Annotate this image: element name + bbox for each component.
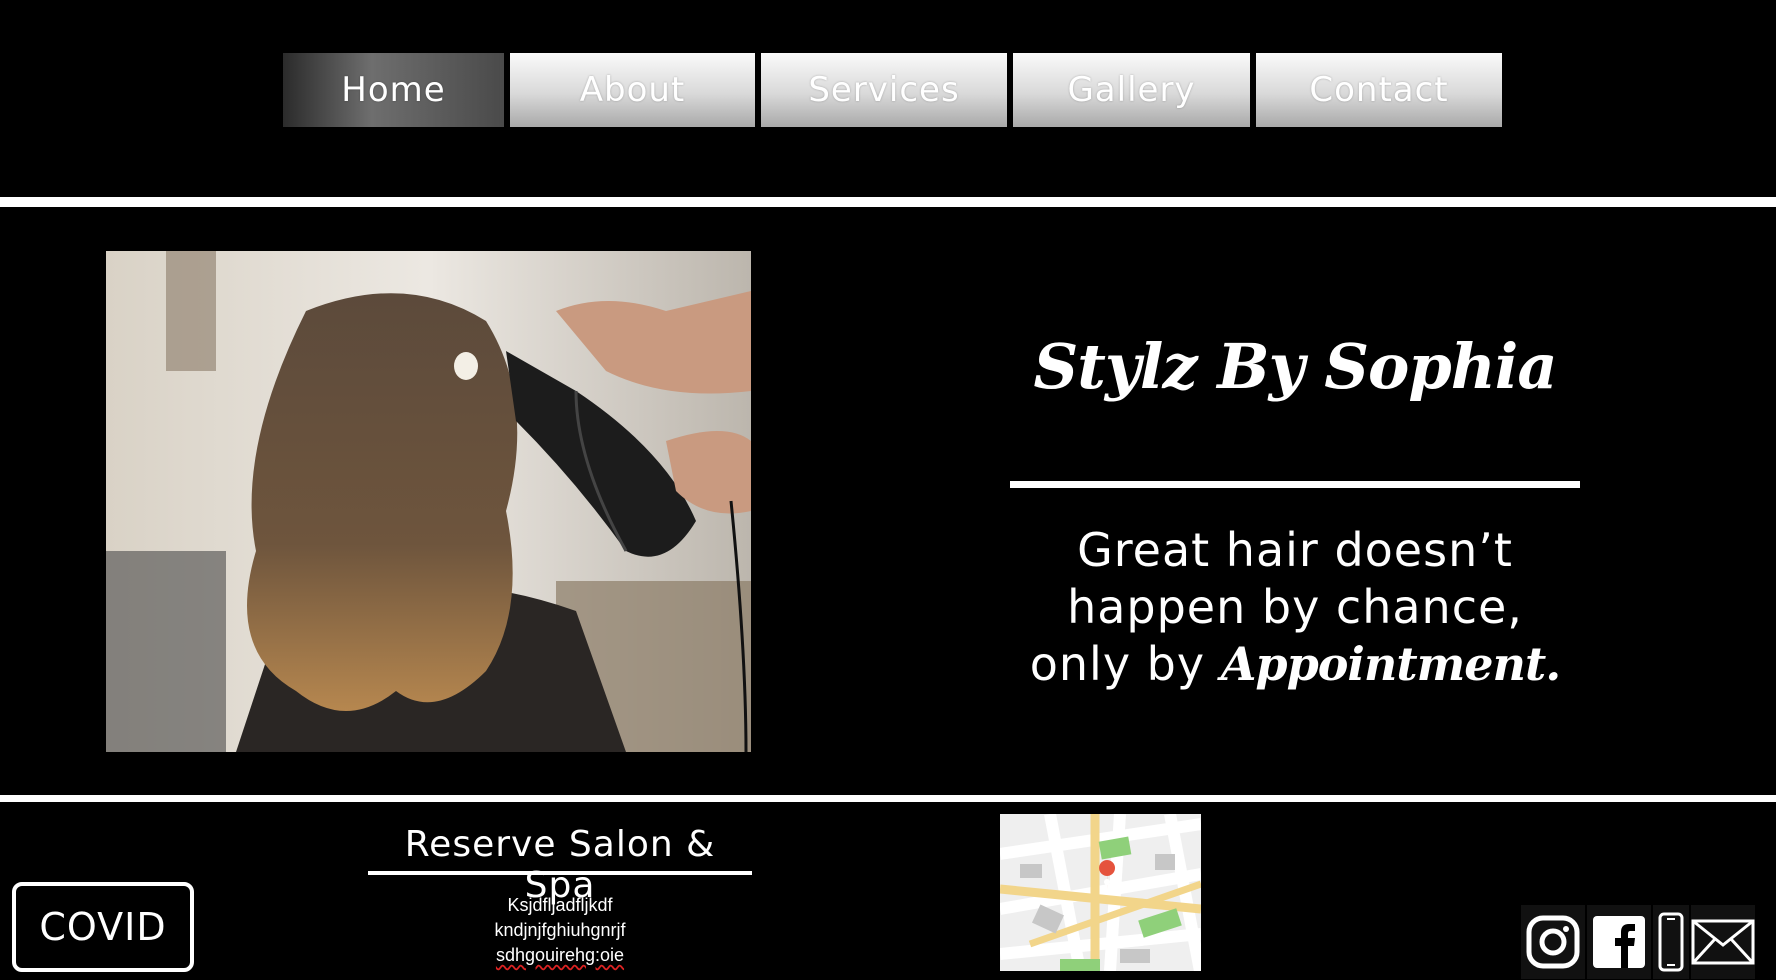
- social-links: [1521, 903, 1755, 980]
- brand-title: Stylz By Sophia: [1033, 330, 1557, 403]
- nav-about[interactable]: About: [510, 53, 755, 127]
- tagline-line: only by Appointment.: [1010, 636, 1580, 693]
- salon-underline: [368, 871, 752, 875]
- nav-services[interactable]: Services: [761, 53, 1007, 127]
- bottom-divider: [0, 795, 1776, 802]
- tagline-prefix: only by: [1029, 637, 1221, 691]
- mail-icon[interactable]: [1691, 904, 1755, 979]
- info-line: sdhgouirehg:oie: [495, 945, 625, 965]
- facebook-icon[interactable]: [1587, 904, 1651, 979]
- phone-icon[interactable]: [1653, 904, 1689, 979]
- tagline-line: Great hair doesn’t: [1077, 523, 1513, 577]
- appointment-emphasis: Appointment.: [1220, 637, 1562, 691]
- nav-gallery[interactable]: Gallery: [1013, 53, 1250, 127]
- top-divider: [0, 197, 1776, 207]
- info-line: Ksjdfljadfljkdf: [507, 895, 613, 915]
- instagram-icon[interactable]: [1521, 904, 1585, 979]
- salon-info: Ksjdfljadfljkdf kndjnjfghiuhgnrjf sdhgou…: [430, 893, 690, 968]
- info-line: kndjnjfghiuhgnrjf: [494, 920, 626, 940]
- hero-photo: [106, 251, 751, 752]
- covid-button[interactable]: COVID: [12, 882, 194, 972]
- tagline-line: happen by chance,: [1067, 580, 1523, 634]
- map-thumbnail[interactable]: [1000, 814, 1201, 971]
- nav-contact[interactable]: Contact: [1256, 53, 1502, 127]
- main-nav: Home About Services Gallery Contact: [283, 53, 1502, 127]
- title-underline: [1010, 481, 1580, 488]
- tagline: Great hair doesn’t happen by chance, onl…: [1010, 522, 1580, 693]
- nav-home[interactable]: Home: [283, 53, 504, 127]
